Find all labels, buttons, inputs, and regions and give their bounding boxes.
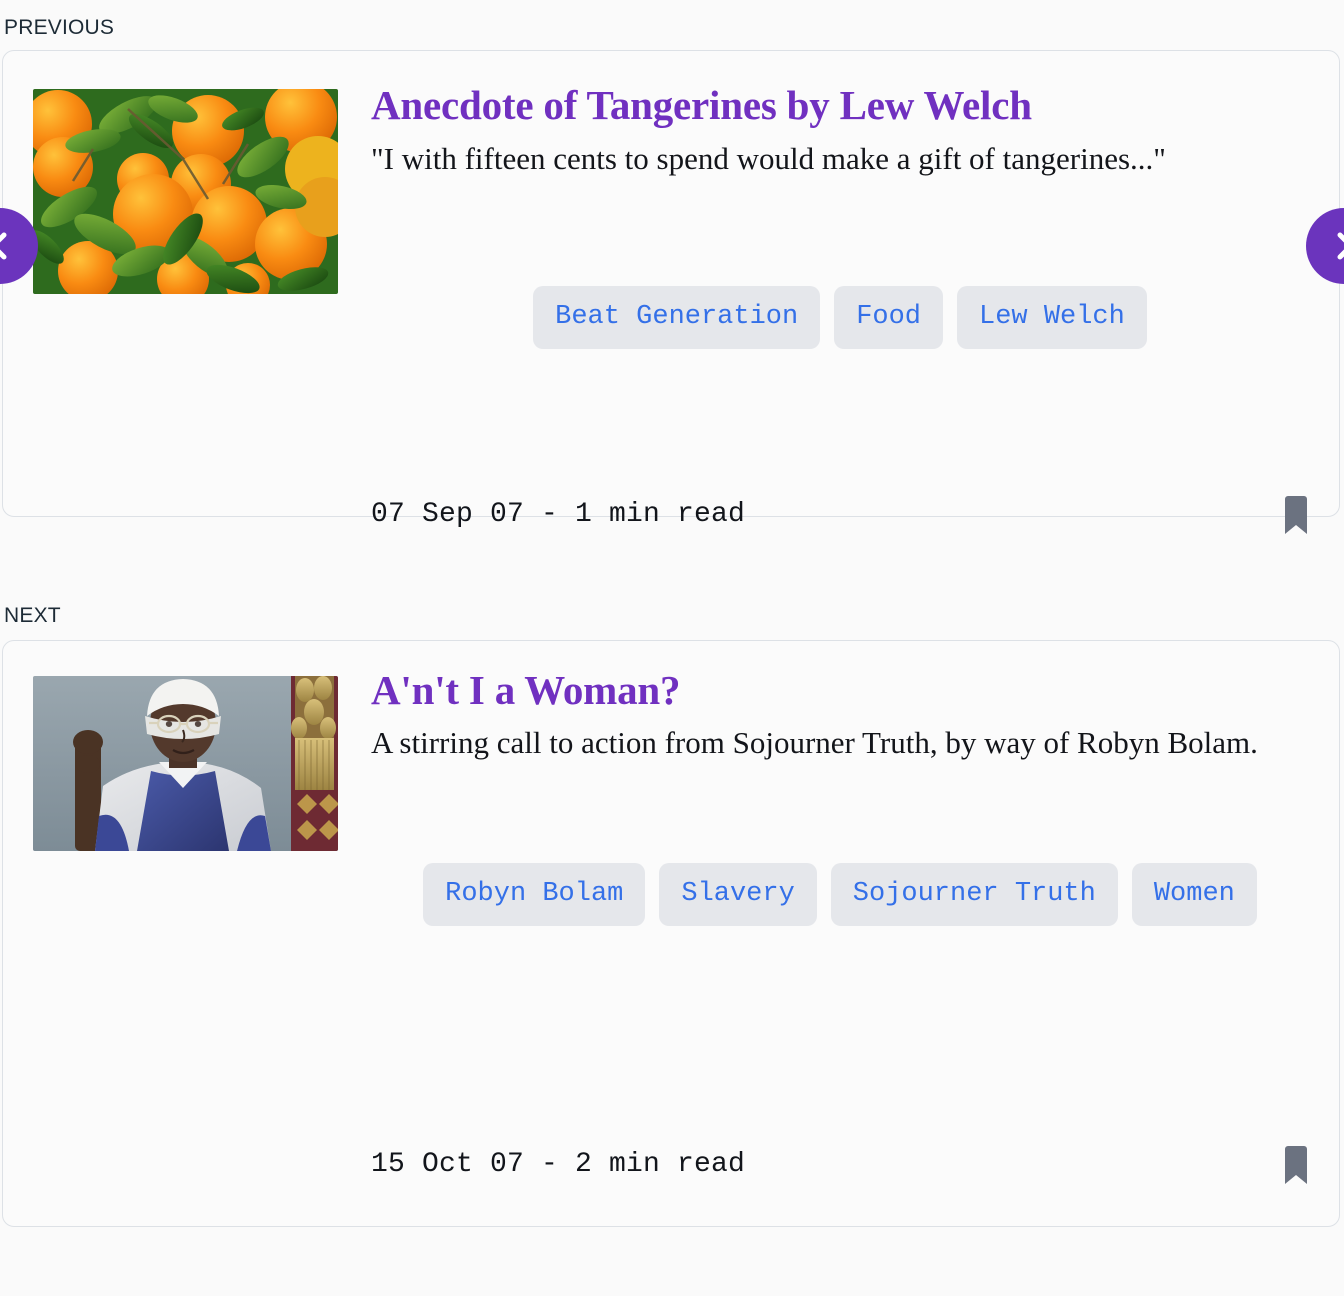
tag-chip[interactable]: Lew Welch (957, 286, 1147, 349)
previous-post-card[interactable]: Anecdote of Tangerines by Lew Welch "I w… (2, 50, 1340, 534)
tag-chip[interactable]: Women (1131, 863, 1257, 926)
chevron-left-icon (0, 229, 17, 263)
previous-post-date-readtime: 07 Sep 07 - 1 min read (371, 499, 746, 530)
previous-card-inner: Anecdote of Tangerines by Lew Welch "I w… (3, 51, 1339, 534)
previous-post-meta-row: 07 Sep 07 - 1 min read (371, 496, 1309, 534)
tag-chip[interactable]: Robyn Bolam (423, 863, 646, 926)
post-navigation-page: PREVIOUS Anecdote of Tangerines by Lew W… (0, 0, 1344, 1296)
tag-chip[interactable]: Slavery (659, 863, 817, 926)
tag-chip[interactable]: Sojourner Truth (830, 863, 1118, 926)
next-post-title[interactable]: A'n't I a Woman? (371, 668, 681, 712)
next-post-meta-row: 15 Oct 07 - 2 min read (371, 1146, 1309, 1184)
next-section-label: NEXT (4, 604, 61, 627)
previous-post-thumbnail[interactable] (33, 89, 338, 294)
next-post-tag-list: Robyn Bolam Slavery Sojourner Truth Wome… (371, 863, 1309, 926)
previous-post-title[interactable]: Anecdote of Tangerines by Lew Welch (371, 83, 1032, 127)
previous-post-tag-list: Beat Generation Food Lew Welch (371, 286, 1309, 349)
next-post-excerpt: A stirring call to action from Sojourner… (371, 725, 1258, 760)
next-card-inner: A'n't I a Woman? A stirring call to acti… (3, 641, 1339, 1226)
tag-chip[interactable]: Food (834, 286, 944, 349)
previous-post-excerpt: "I with fifteen cents to spend would mak… (371, 141, 1166, 176)
next-post-date-readtime: 15 Oct 07 - 2 min read (371, 1149, 746, 1180)
chevron-right-icon (1327, 229, 1344, 263)
next-post-thumbnail[interactable] (33, 676, 338, 851)
bookmark-icon[interactable] (1283, 1146, 1309, 1184)
bookmark-icon[interactable] (1283, 496, 1309, 534)
next-post-card[interactable]: A'n't I a Woman? A stirring call to acti… (2, 640, 1340, 1227)
previous-section-label: PREVIOUS (4, 16, 115, 39)
tag-chip[interactable]: Beat Generation (533, 286, 821, 349)
